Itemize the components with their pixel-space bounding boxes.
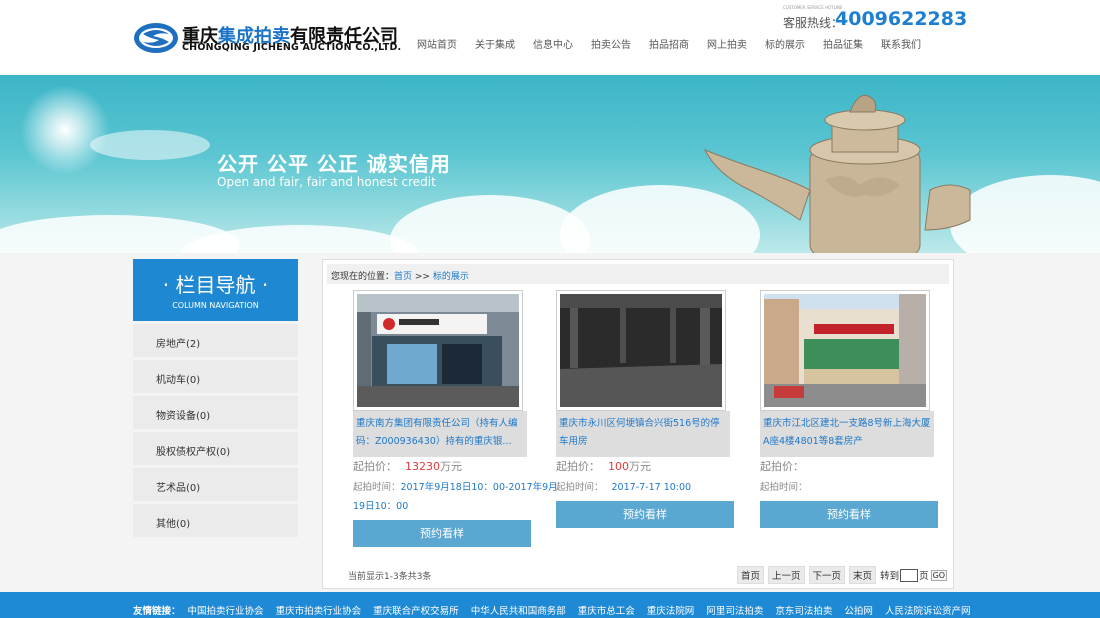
friend-links-label: 友情链接： bbox=[133, 606, 181, 617]
nav-home[interactable]: 网站首页 bbox=[417, 36, 457, 51]
huabiao-pillar-image bbox=[703, 94, 971, 253]
sidebar-item-equipment[interactable]: 物资设备(0) bbox=[133, 396, 298, 429]
go-button[interactable]: GO bbox=[930, 569, 948, 581]
breadcrumb: 您现在的位置：首页 >> 标的展示 bbox=[327, 264, 949, 284]
hero-banner: 公开 公平 公正 诚实信用 Open and fair, fair and ho… bbox=[0, 75, 1100, 253]
breadcrumb-separator: >> bbox=[412, 272, 433, 282]
friend-link[interactable]: 京东司法拍卖 bbox=[775, 606, 832, 617]
nav-info-center[interactable]: 信息中心 bbox=[533, 36, 573, 51]
site-header: 重庆集成拍卖有限责任公司 CHONGQING JICHENG AUCTION C… bbox=[0, 0, 1100, 75]
friend-link[interactable]: 中华人民共和国商务部 bbox=[471, 606, 566, 617]
page-first-button[interactable]: 首页 bbox=[737, 566, 765, 584]
page-next-button[interactable]: 下一页 bbox=[808, 566, 846, 584]
friend-link[interactable]: 重庆市总工会 bbox=[578, 606, 635, 617]
hotline: CUSTOMER SERVICE HOTLINE 客服热线： 400962228… bbox=[783, 5, 967, 31]
nav-lot-collection[interactable]: 拍品征集 bbox=[823, 36, 863, 51]
page-prev-button[interactable]: 上一页 bbox=[768, 566, 805, 584]
nav-auction-notices[interactable]: 拍卖公告 bbox=[591, 36, 631, 51]
company-name-en: CHONGQING JICHENG AUCTION CO.,LTD. bbox=[182, 42, 402, 53]
lot-title[interactable]: 重庆市江北区建北一支路8号新上海大厦A座4楼4801等8套房产 bbox=[760, 411, 934, 457]
sidebar-item-art[interactable]: 艺术品(0) bbox=[133, 468, 298, 501]
nav-contact[interactable]: 联系我们 bbox=[881, 36, 921, 51]
nav-lot-showcase[interactable]: 标的展示 bbox=[765, 36, 805, 51]
book-viewing-button[interactable]: 预约看样 bbox=[353, 520, 531, 547]
friend-links-bar: 友情链接： 中国拍卖行业协会 重庆市拍卖行业协会 重庆联合产权交易所 中华人民共… bbox=[0, 592, 1100, 618]
book-viewing-button[interactable]: 预约看样 bbox=[556, 501, 734, 528]
sidebar-item-real-estate[interactable]: 房地产(2) bbox=[133, 324, 298, 357]
breadcrumb-home[interactable]: 首页 bbox=[394, 272, 412, 282]
banner-slogan: 公开 公平 公正 诚实信用 bbox=[217, 152, 451, 176]
nav-about[interactable]: 关于集成 bbox=[475, 36, 515, 51]
lot-price-value: 13230 bbox=[405, 460, 440, 473]
book-viewing-button[interactable]: 预约看样 bbox=[760, 501, 938, 528]
sidebar-header: · 栏目导航 · COLUMN NAVIGATION bbox=[133, 259, 298, 321]
hotline-label: 客服热线： bbox=[783, 16, 844, 30]
breadcrumb-current[interactable]: 标的展示 bbox=[433, 272, 469, 282]
nav-online-auction[interactable]: 网上拍卖 bbox=[707, 36, 747, 51]
lot-thumbnail[interactable] bbox=[556, 290, 726, 411]
lot-start-time-value: 2017-7-17 10:00 bbox=[611, 482, 692, 493]
building-street-image bbox=[764, 294, 926, 407]
friend-link[interactable]: 重庆法院网 bbox=[647, 606, 695, 617]
friend-link[interactable]: 重庆市拍卖行业协会 bbox=[276, 606, 362, 617]
cloud-shape bbox=[390, 195, 590, 253]
lot-start-time: 起拍时间： 2017-7-17 10:00 bbox=[556, 482, 692, 493]
main-nav: 网站首页 关于集成 信息中心 拍卖公告 拍品招商 网上拍卖 标的展示 拍品征集 … bbox=[408, 36, 930, 51]
friend-link[interactable]: 中国拍卖行业协会 bbox=[188, 606, 264, 617]
parking-garage-image bbox=[560, 294, 722, 407]
goto-label: 转到 bbox=[880, 571, 900, 582]
sidebar-title: · 栏目导航 · bbox=[162, 273, 269, 297]
page-number-input[interactable] bbox=[900, 568, 919, 582]
page-last-button[interactable]: 末页 bbox=[849, 566, 877, 584]
lot-start-time: 起拍时间：2017年9月18日10：00-2017年9月19日10：00 bbox=[353, 482, 558, 512]
lot-thumbnail[interactable] bbox=[760, 290, 930, 411]
nav-lot-recruit[interactable]: 拍品招商 bbox=[649, 36, 689, 51]
sidebar-item-other[interactable]: 其他(0) bbox=[133, 504, 298, 537]
cloud-shape bbox=[90, 130, 210, 160]
page-suffix-label: 页 bbox=[919, 571, 929, 582]
result-count: 当前显示1-3条共3条 bbox=[348, 572, 432, 582]
hotline-number: 4009622283 bbox=[835, 8, 968, 30]
lot-thumbnail[interactable] bbox=[353, 290, 523, 411]
lot-price-value: 100 bbox=[608, 460, 629, 473]
logo-mark-icon bbox=[134, 23, 178, 53]
sidebar-item-equity[interactable]: 股权债权产权(0) bbox=[133, 432, 298, 465]
lot-start-time: 起拍时间： bbox=[760, 482, 808, 493]
sidebar-nav: · 栏目导航 · COLUMN NAVIGATION 房地产(2) 机动车(0)… bbox=[133, 259, 298, 537]
lot-title[interactable]: 重庆市永川区何埂镇合兴街516号的停车用房 bbox=[556, 411, 730, 457]
lot-title[interactable]: 重庆南方集团有限责任公司（持有人编码：Z000936430）持有的重庆银... bbox=[353, 411, 527, 457]
lot-price: 起拍价： 100万元 bbox=[556, 460, 651, 473]
banner-slogan-en: Open and fair, fair and honest credit bbox=[217, 175, 436, 189]
lot-price: 起拍价： bbox=[760, 460, 804, 473]
pagination: 首页 上一页 下一页 末页 转到 页 GO bbox=[737, 566, 948, 584]
lot-price: 起拍价： 13230万元 bbox=[353, 460, 462, 473]
friend-link[interactable]: 阿里司法拍卖 bbox=[706, 606, 763, 617]
friend-link[interactable]: 公拍网 bbox=[844, 606, 873, 617]
sun-glow bbox=[20, 85, 110, 175]
main-content: 您现在的位置：首页 >> 标的展示 重庆南方集团有限责任公司（持有人编码：Z00… bbox=[322, 259, 954, 589]
sidebar-subtitle: COLUMN NAVIGATION bbox=[172, 301, 259, 310]
breadcrumb-prefix: 您现在的位置： bbox=[331, 272, 395, 282]
bank-storefront-image bbox=[357, 294, 519, 407]
sidebar-item-vehicles[interactable]: 机动车(0) bbox=[133, 360, 298, 393]
company-logo[interactable]: 重庆集成拍卖有限责任公司 CHONGQING JICHENG AUCTION C… bbox=[133, 22, 402, 58]
friend-link[interactable]: 重庆联合产权交易所 bbox=[373, 606, 459, 617]
friend-link[interactable]: 人民法院诉讼资产网 bbox=[885, 606, 971, 617]
hotline-caption: CUSTOMER SERVICE HOTLINE bbox=[783, 5, 843, 10]
